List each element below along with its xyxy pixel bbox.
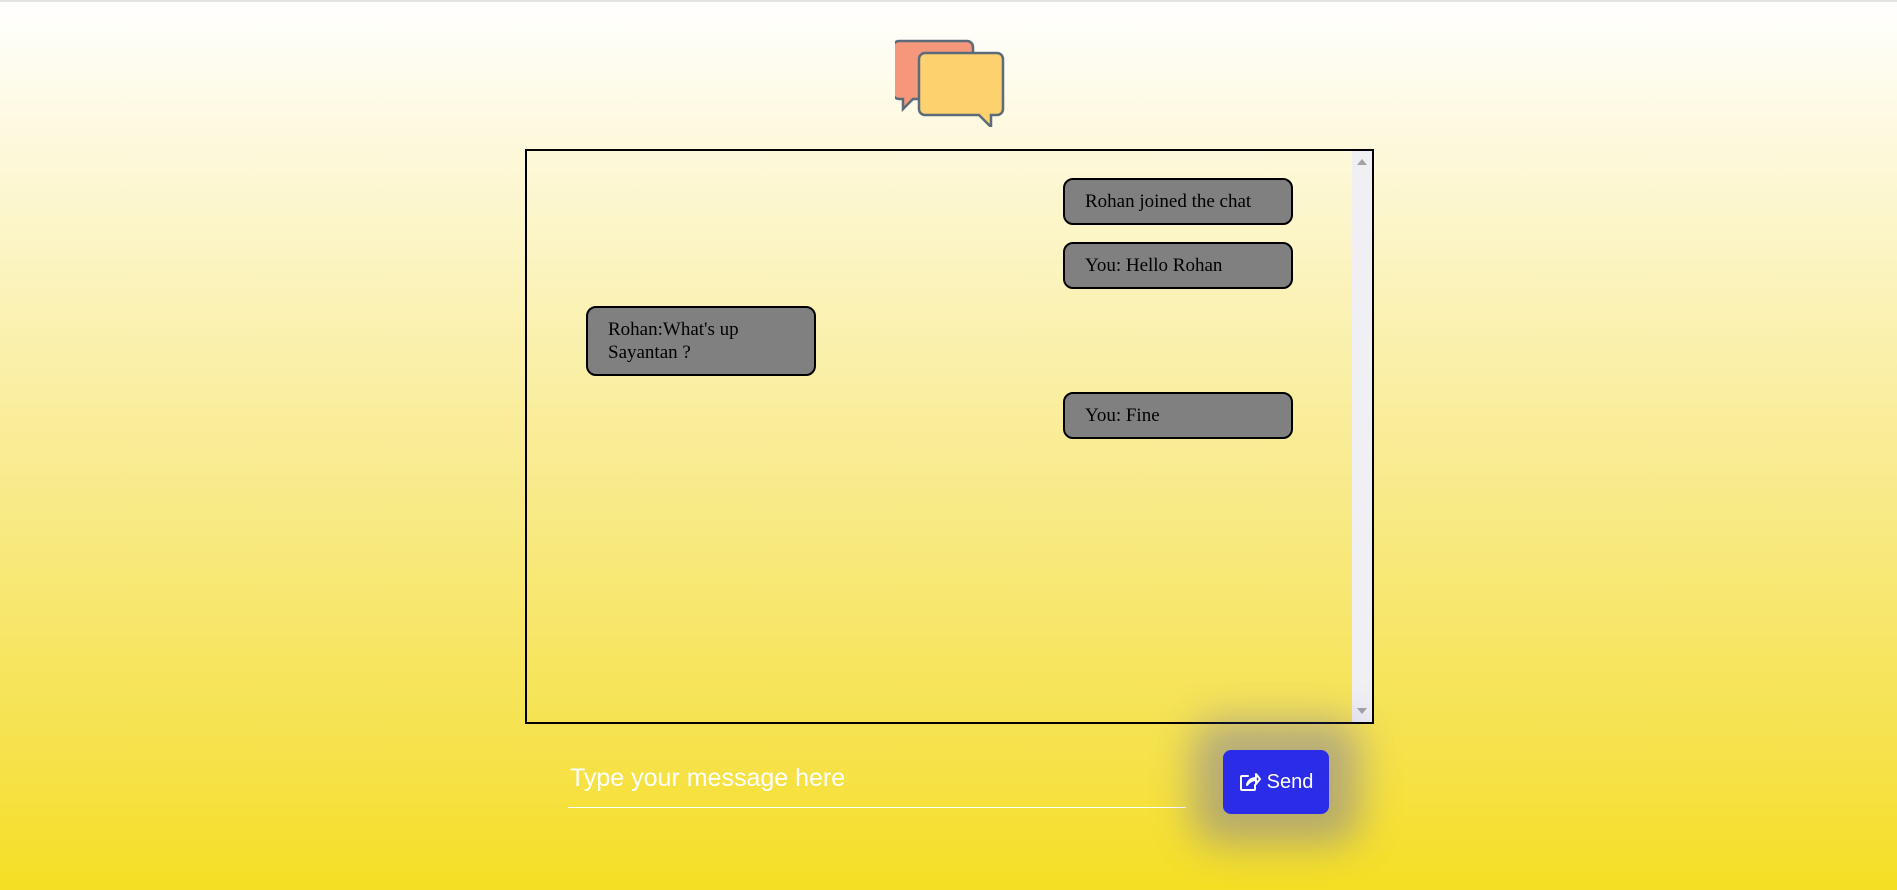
chat-messages-container[interactable]: Rohan joined the chat You: Hello Rohan R… [525,149,1374,724]
scroll-up-arrow-icon[interactable] [1357,159,1367,165]
message-bubble-system: Rohan joined the chat [1063,178,1293,225]
message-bubble-incoming: Rohan:What's up Sayantan ? [586,306,816,376]
message-bubble-outgoing: You: Fine [1063,392,1293,439]
message-input[interactable] [568,750,1186,807]
message-bubble-outgoing: You: Hello Rohan [1063,242,1293,289]
chat-logo-icon [895,39,1005,127]
chat-scrollbar[interactable] [1352,151,1372,722]
message-composer [568,750,1186,808]
send-button-label: Send [1266,770,1314,793]
send-button[interactable]: Send [1223,750,1329,814]
share-icon [1239,773,1261,791]
scroll-down-arrow-icon[interactable] [1357,708,1367,714]
